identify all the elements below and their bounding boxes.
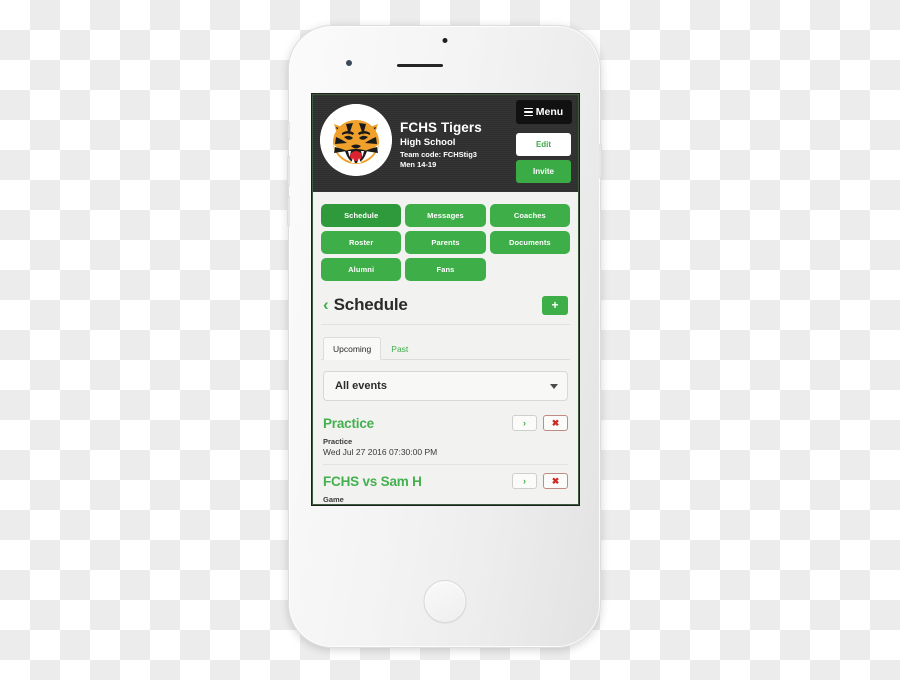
header-actions: Menu Edit Invite <box>516 100 572 183</box>
event-type: Practice <box>323 437 353 446</box>
event-title: FCHS vs Sam H <box>323 473 422 489</box>
event-filter-value: All events <box>335 380 387 392</box>
team-name: FCHS Tigers <box>400 120 482 135</box>
event-filter-select[interactable]: All events <box>323 371 568 401</box>
caret-down-icon <box>550 383 558 389</box>
event-open-icon[interactable]: › <box>512 415 537 431</box>
event-delete-icon[interactable]: ✖ <box>543 473 568 489</box>
event-row-actions: › ✖ <box>512 473 568 489</box>
team-level: High School <box>400 136 456 148</box>
phone-screen: FCHS Tigers High School Team code: FCHSt… <box>311 93 580 506</box>
team-info-block: FCHS Tigers High School Team code: FCHSt… <box>400 102 482 192</box>
add-event-button[interactable]: + <box>542 295 568 315</box>
schedule-tabs: Upcoming Past <box>321 336 570 360</box>
nav-button-schedule[interactable]: Schedule <box>321 204 402 227</box>
tab-past[interactable]: Past <box>381 337 418 360</box>
nav-button-roster[interactable]: Roster <box>321 231 402 254</box>
hamburger-icon <box>523 107 533 117</box>
silent-switch[interactable] <box>287 122 290 140</box>
team-age-group: Men 14-19 <box>400 159 437 169</box>
event-row-actions: › ✖ <box>512 415 568 431</box>
proximity-sensor-icon <box>346 60 352 66</box>
volume-up-button[interactable] <box>287 156 290 186</box>
team-code: Team code: FCHStig3 <box>400 149 477 159</box>
event-open-icon[interactable]: › <box>512 473 537 489</box>
schedule-header: ‹ Schedule + <box>321 285 570 325</box>
event-date: Wed Jul 27 2016 07:30:00 PM <box>323 447 438 457</box>
volume-down-button[interactable] <box>287 196 290 226</box>
nav-button-fans[interactable]: Fans <box>405 258 486 281</box>
nav-button-parents[interactable]: Parents <box>405 231 486 254</box>
schedule-title-wrap: ‹ Schedule <box>323 295 408 315</box>
tiger-head-logo-icon <box>320 104 392 176</box>
phone-device-frame: FCHS Tigers High School Team code: FCHSt… <box>287 25 602 648</box>
invite-button[interactable]: Invite <box>516 160 571 183</box>
menu-button-label: Menu <box>535 106 564 118</box>
app-viewport: FCHS Tigers High School Team code: FCHSt… <box>312 94 579 505</box>
page-title: Schedule <box>333 295 408 314</box>
event-list: Practice › ✖ Practice Wed Jul 27 2016 07… <box>321 407 570 504</box>
event-list-item[interactable]: Practice › ✖ Practice Wed Jul 27 2016 07… <box>323 407 568 465</box>
tab-upcoming[interactable]: Upcoming <box>323 337 382 360</box>
event-list-item[interactable]: FCHS vs Sam H › ✖ Game Fri Jul 29 2016 0… <box>323 465 568 504</box>
nav-button-alumni[interactable]: Alumni <box>321 258 402 281</box>
nav-button-coaches[interactable]: Coaches <box>489 204 570 227</box>
nav-button-documents[interactable]: Documents <box>489 231 570 254</box>
section-nav-grid: Schedule Messages Coaches Roster Parents… <box>321 204 570 281</box>
earpiece-speaker <box>397 64 443 67</box>
event-type: Game <box>323 495 344 504</box>
event-title: Practice <box>323 415 374 431</box>
power-button[interactable] <box>599 144 602 178</box>
event-delete-icon[interactable]: ✖ <box>543 415 568 431</box>
event-row-top: Practice › ✖ <box>323 415 568 431</box>
app-header: FCHS Tigers High School Team code: FCHSt… <box>313 95 578 192</box>
chevron-left-icon[interactable]: ‹ <box>323 296 329 313</box>
nav-button-messages[interactable]: Messages <box>405 204 486 227</box>
front-camera-icon <box>442 38 447 43</box>
edit-button[interactable]: Edit <box>516 133 571 156</box>
event-row-top: FCHS vs Sam H › ✖ <box>323 473 568 489</box>
home-button[interactable] <box>423 580 466 623</box>
menu-button[interactable]: Menu <box>516 100 572 124</box>
app-body: Schedule Messages Coaches Roster Parents… <box>313 192 578 504</box>
